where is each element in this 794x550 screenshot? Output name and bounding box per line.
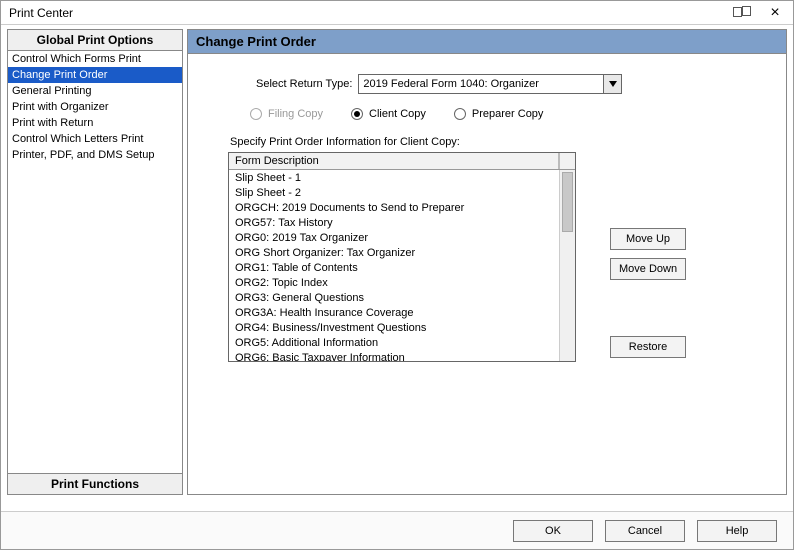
- list-item[interactable]: ORG57: Tax History: [231, 216, 573, 231]
- radio-icon: [351, 108, 363, 120]
- copy-type-radios: Filing Copy Client Copy Preparer Copy: [250, 108, 766, 120]
- sidebar-list: Control Which Forms PrintChange Print Or…: [8, 51, 182, 473]
- panel-body: Select Return Type: 2019 Federal Form 10…: [188, 54, 786, 494]
- list-header-row: Form Description: [229, 153, 575, 170]
- radio-preparer-copy[interactable]: Preparer Copy: [454, 108, 544, 120]
- sidebar-item[interactable]: Change Print Order: [8, 67, 182, 83]
- move-up-button[interactable]: Move Up: [610, 228, 686, 250]
- list-item[interactable]: ORG3A: Health Insurance Coverage: [231, 306, 573, 321]
- content-panel: Change Print Order Select Return Type: 2…: [187, 29, 787, 495]
- ok-button[interactable]: OK: [513, 520, 593, 542]
- sidebar-item[interactable]: Print with Return: [8, 115, 182, 131]
- panel-title: Change Print Order: [188, 30, 786, 54]
- sidebar-item[interactable]: General Printing: [8, 83, 182, 99]
- close-icon[interactable]: ×: [761, 6, 789, 20]
- scrollbar-thumb[interactable]: [562, 172, 573, 232]
- sidebar-header: Global Print Options: [8, 30, 182, 51]
- sidebar-item[interactable]: Control Which Letters Print: [8, 131, 182, 147]
- help-button[interactable]: Help: [697, 520, 777, 542]
- radio-filing-label: Filing Copy: [268, 108, 323, 120]
- move-down-button[interactable]: Move Down: [610, 258, 686, 280]
- cancel-button[interactable]: Cancel: [605, 520, 685, 542]
- list-item[interactable]: Slip Sheet - 2: [231, 186, 573, 201]
- return-type-value: 2019 Federal Form 1040: Organizer: [359, 78, 603, 90]
- list-item[interactable]: ORG5: Additional Information: [231, 336, 573, 351]
- sidebar-item[interactable]: Control Which Forms Print: [8, 51, 182, 67]
- window-title: Print Center: [5, 6, 733, 20]
- radio-client-label: Client Copy: [369, 108, 426, 120]
- title-bar: Print Center ×: [1, 1, 793, 25]
- list-item[interactable]: ORG4: Business/Investment Questions: [231, 321, 573, 336]
- radio-icon: [250, 108, 262, 120]
- specify-label: Specify Print Order Information for Clie…: [230, 136, 766, 148]
- sidebar-item[interactable]: Printer, PDF, and DMS Setup: [8, 147, 182, 163]
- return-type-select[interactable]: 2019 Federal Form 1040: Organizer: [358, 74, 622, 94]
- radio-icon: [454, 108, 466, 120]
- list-item[interactable]: ORG Short Organizer: Tax Organizer: [231, 246, 573, 261]
- reorder-buttons: Move Up Move Down Restore: [610, 152, 686, 358]
- radio-preparer-label: Preparer Copy: [472, 108, 544, 120]
- list-item[interactable]: Slip Sheet - 1: [231, 171, 573, 186]
- chevron-down-icon[interactable]: [603, 75, 621, 93]
- dialog-footer: OK Cancel Help: [1, 511, 793, 549]
- list-scrollbar[interactable]: [559, 170, 575, 361]
- list-header-scroll-spacer: [559, 153, 575, 169]
- list-header-form-description[interactable]: Form Description: [229, 153, 559, 169]
- radio-filing-copy: Filing Copy: [250, 108, 323, 120]
- restore-button[interactable]: Restore: [610, 336, 686, 358]
- list-item[interactable]: ORG1: Table of Contents: [231, 261, 573, 276]
- list-rows: Slip Sheet - 1Slip Sheet - 2ORGCH: 2019 …: [229, 170, 575, 361]
- list-item[interactable]: ORG3: General Questions: [231, 291, 573, 306]
- list-item[interactable]: ORG0: 2019 Tax Organizer: [231, 231, 573, 246]
- sidebar-footer[interactable]: Print Functions: [8, 473, 182, 494]
- main-area: Global Print Options Control Which Forms…: [1, 25, 793, 499]
- select-return-type-label: Select Return Type:: [256, 78, 352, 90]
- radio-client-copy[interactable]: Client Copy: [351, 108, 426, 120]
- list-item[interactable]: ORGCH: 2019 Documents to Send to Prepare…: [231, 201, 573, 216]
- list-item[interactable]: ORG6: Basic Taxpayer Information: [231, 351, 573, 361]
- print-order-listbox[interactable]: Form Description Slip Sheet - 1Slip Shee…: [228, 152, 576, 362]
- window-state-icon[interactable]: [733, 6, 751, 20]
- sidebar-item[interactable]: Print with Organizer: [8, 99, 182, 115]
- list-item[interactable]: ORG2: Topic Index: [231, 276, 573, 291]
- sidebar: Global Print Options Control Which Forms…: [7, 29, 183, 495]
